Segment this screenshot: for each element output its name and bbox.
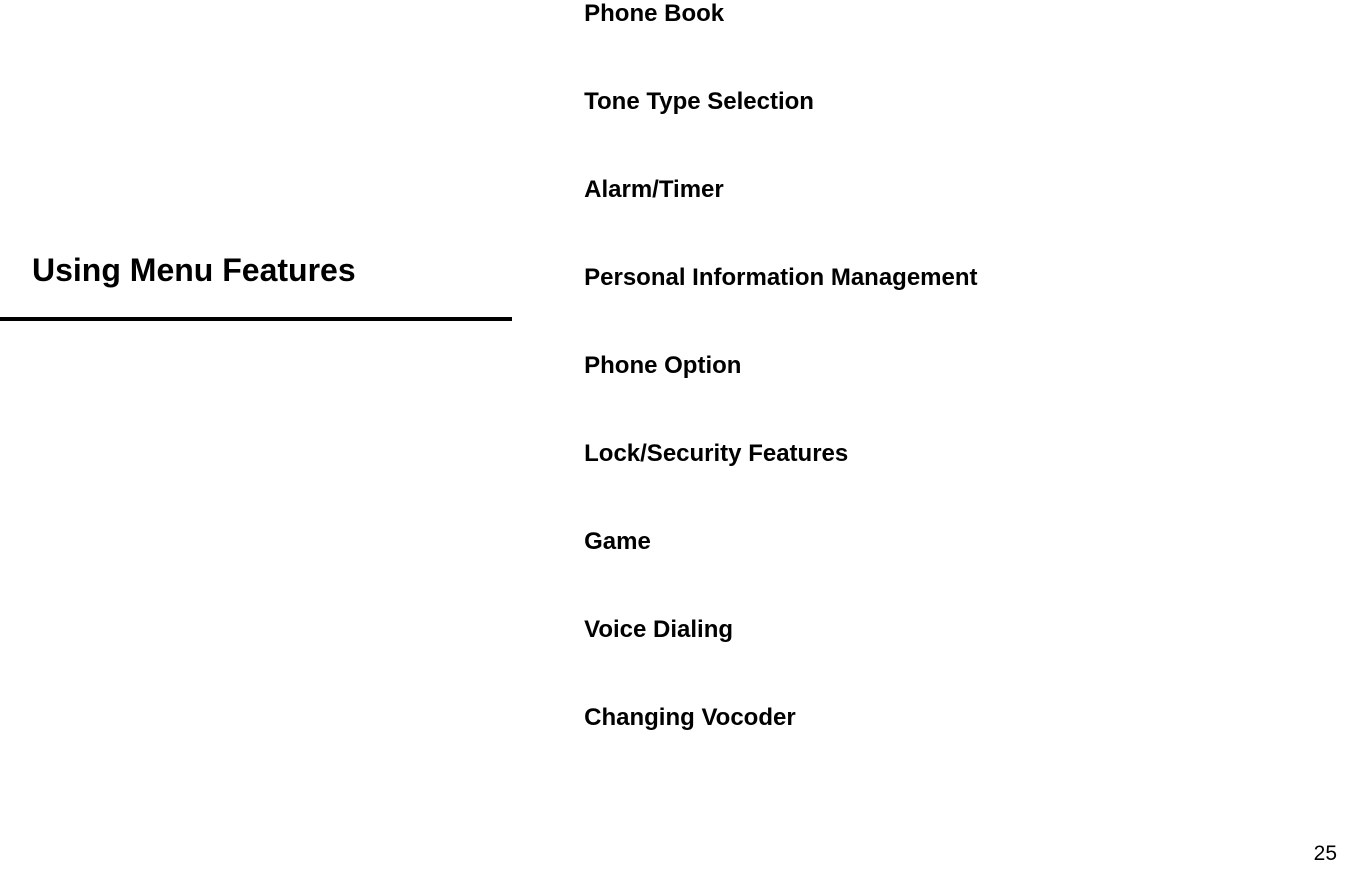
section-title: Using Menu Features xyxy=(32,252,574,289)
section-divider xyxy=(0,317,512,321)
menu-item-personal-information-management: Personal Information Management xyxy=(584,264,1367,292)
menu-item-changing-vocoder: Changing Vocoder xyxy=(584,704,1367,732)
menu-item-lock-security-features: Lock/Security Features xyxy=(584,440,1367,468)
left-column: Using Menu Features xyxy=(0,0,574,886)
menu-item-voice-dialing: Voice Dialing xyxy=(584,616,1367,644)
menu-item-alarm-timer: Alarm/Timer xyxy=(584,176,1367,204)
page-container: Using Menu Features Phone Book Tone Type… xyxy=(0,0,1367,886)
right-column: Phone Book Tone Type Selection Alarm/Tim… xyxy=(574,0,1367,886)
menu-item-phone-option: Phone Option xyxy=(584,352,1367,380)
menu-item-phone-book: Phone Book xyxy=(584,0,1367,28)
menu-item-tone-type-selection: Tone Type Selection xyxy=(584,88,1367,116)
menu-item-game: Game xyxy=(584,528,1367,556)
page-number: 25 xyxy=(1314,842,1337,866)
